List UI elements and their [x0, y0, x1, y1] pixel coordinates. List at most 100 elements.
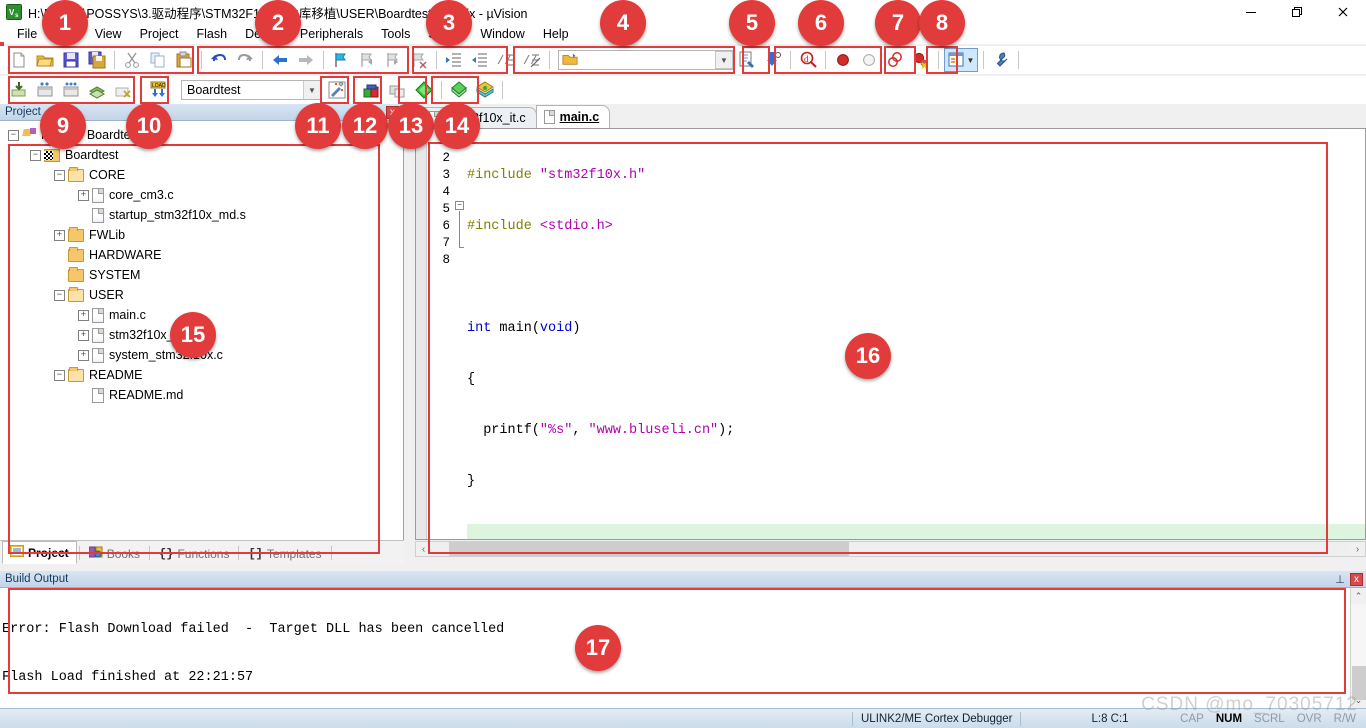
- menu-view[interactable]: View: [86, 25, 131, 43]
- fold-toggle-main[interactable]: −: [455, 201, 464, 210]
- menu-project[interactable]: Project: [131, 25, 188, 43]
- manage-rte-icon[interactable]: [473, 78, 497, 102]
- target-folder-icon: [44, 148, 60, 162]
- run-debug-icon[interactable]: [412, 78, 436, 102]
- uncomment-icon[interactable]: //: [520, 48, 544, 72]
- tree-item-fwlib[interactable]: + FWLib: [6, 225, 403, 245]
- build-line: Error: Flash Download failed - Target DL…: [2, 622, 505, 637]
- menu-help[interactable]: Help: [534, 25, 578, 43]
- maximize-button[interactable]: [1274, 0, 1320, 24]
- copy-icon[interactable]: [146, 48, 170, 72]
- browse-source-icon[interactable]: [735, 48, 759, 72]
- configure-wrench-icon[interactable]: [989, 48, 1013, 72]
- next-bookmark-icon[interactable]: [381, 48, 405, 72]
- build-output-vertical-scrollbar[interactable]: ⌃ ⌄: [1350, 588, 1366, 708]
- kill-all-breakpoints-icon[interactable]: [883, 48, 907, 72]
- pin-icon[interactable]: ⊥: [1333, 573, 1347, 586]
- hscroll-track[interactable]: [431, 542, 1350, 556]
- tree-toggle-main-c[interactable]: +: [78, 309, 89, 321]
- toggle-bookmark-icon[interactable]: [329, 48, 353, 72]
- tree-toggle-core-cm3-c[interactable]: +: [78, 189, 89, 201]
- tree-item-user[interactable]: − USER: [6, 285, 403, 305]
- menu-tools[interactable]: Tools: [372, 25, 419, 43]
- navigate-combo[interactable]: ▼: [558, 50, 734, 70]
- tree-item-readme-md[interactable]: README.md: [6, 385, 403, 405]
- tree-toggle-readme[interactable]: −: [54, 369, 65, 381]
- tree-item-core-cm3-c[interactable]: + core_cm3.c: [6, 185, 403, 205]
- tree-toggle-stm32f10x-it-c[interactable]: +: [78, 329, 89, 341]
- hscroll-thumb[interactable]: [449, 542, 849, 556]
- find-icon[interactable]: d: [796, 48, 820, 72]
- tree-item-system[interactable]: SYSTEM: [6, 265, 403, 285]
- multi-project-icon[interactable]: [386, 78, 410, 102]
- stop-build-icon[interactable]: [111, 78, 135, 102]
- menu-file[interactable]: File: [8, 25, 46, 43]
- tab-project[interactable]: Project: [2, 541, 77, 564]
- chevron-down-icon[interactable]: ▼: [303, 81, 320, 99]
- navigate-forward-icon[interactable]: [294, 48, 318, 72]
- clear-bookmarks-icon[interactable]: [407, 48, 431, 72]
- tab-functions[interactable]: {} Functions: [152, 543, 236, 564]
- load-download-icon[interactable]: LOAD: [146, 78, 170, 102]
- tree-item-core[interactable]: − CORE: [6, 165, 403, 185]
- pack-installer-icon[interactable]: [447, 78, 471, 102]
- indent-icon[interactable]: [442, 48, 466, 72]
- close-button[interactable]: [1320, 0, 1366, 24]
- tree-item-hardware[interactable]: HARDWARE: [6, 245, 403, 265]
- tree-toggle-system-stm32f10x-c[interactable]: +: [78, 349, 89, 361]
- editor-horizontal-scrollbar[interactable]: ‹ ›: [415, 541, 1366, 557]
- tree-toggle-user[interactable]: −: [54, 289, 65, 301]
- scroll-right-arrow-icon[interactable]: ›: [1350, 544, 1365, 555]
- annotation-marker-16: 16: [845, 333, 891, 379]
- comment-icon[interactable]: //: [494, 48, 518, 72]
- tree-toggle-root[interactable]: −: [8, 129, 19, 141]
- find-in-files-icon[interactable]: [761, 48, 785, 72]
- minimize-button[interactable]: [1228, 0, 1274, 24]
- tree-item-readme-folder[interactable]: − README: [6, 365, 403, 385]
- tree-toggle-boardtest[interactable]: −: [30, 149, 41, 161]
- undo-icon[interactable]: [207, 48, 231, 72]
- prev-bookmark-icon[interactable]: [355, 48, 379, 72]
- rebuild-icon[interactable]: [59, 78, 83, 102]
- menu-flash[interactable]: Flash: [187, 25, 236, 43]
- navigate-back-icon[interactable]: [268, 48, 292, 72]
- editor-fold-column[interactable]: −: [453, 129, 467, 539]
- save-all-icon[interactable]: [85, 48, 109, 72]
- tree-toggle-fwlib[interactable]: +: [54, 229, 65, 241]
- build-icon[interactable]: [33, 78, 57, 102]
- disable-breakpoint-icon[interactable]: [857, 48, 881, 72]
- outdent-icon[interactable]: [468, 48, 492, 72]
- disable-all-breakpoints-icon[interactable]: [909, 48, 933, 72]
- tab-templates[interactable]: [] Templates: [241, 543, 328, 564]
- editor-area: stm32f10x_it.c main.c 1 2 3 4 5 6 7 8 −: [405, 104, 1366, 564]
- window-layout-icon[interactable]: ▼: [944, 48, 978, 72]
- navigate-combo-arrow[interactable]: ▼: [715, 51, 733, 69]
- build-output-text[interactable]: Error: Flash Download failed - Target DL…: [0, 588, 1350, 708]
- batch-build-icon[interactable]: [85, 78, 109, 102]
- editor-code-content[interactable]: #include "stm32f10x.h" #include <stdio.h…: [467, 129, 1365, 539]
- svg-text://: //: [523, 54, 537, 68]
- save-icon[interactable]: [59, 48, 83, 72]
- menu-window[interactable]: Window: [471, 25, 533, 43]
- translate-icon[interactable]: [7, 78, 31, 102]
- tree-toggle-core[interactable]: −: [54, 169, 65, 181]
- tree-item-startup-s[interactable]: startup_stm32f10x_md.s: [6, 205, 403, 225]
- vscroll-thumb[interactable]: [1351, 666, 1366, 700]
- editor-tab-main-c[interactable]: main.c: [535, 105, 611, 128]
- vscroll-track[interactable]: [1350, 604, 1366, 700]
- cut-icon[interactable]: [120, 48, 144, 72]
- manage-project-items-icon[interactable]: [360, 78, 384, 102]
- open-file-icon[interactable]: [33, 48, 57, 72]
- code-editor[interactable]: 1 2 3 4 5 6 7 8 − #include "stm32f10x.h"…: [415, 128, 1366, 540]
- paste-icon[interactable]: [172, 48, 196, 72]
- redo-icon[interactable]: [233, 48, 257, 72]
- scroll-left-arrow-icon[interactable]: ‹: [416, 544, 431, 555]
- build-output-close-button[interactable]: x: [1350, 572, 1363, 586]
- insert-breakpoint-icon[interactable]: [831, 48, 855, 72]
- scroll-up-arrow-icon[interactable]: ⌃: [1355, 588, 1363, 604]
- new-file-icon[interactable]: [7, 48, 31, 72]
- tab-books[interactable]: Books: [82, 543, 147, 564]
- target-select[interactable]: Boardtest ▼: [181, 80, 321, 100]
- target-options-wizard-icon[interactable]: [325, 78, 349, 102]
- menu-peripherals[interactable]: Peripherals: [291, 25, 372, 43]
